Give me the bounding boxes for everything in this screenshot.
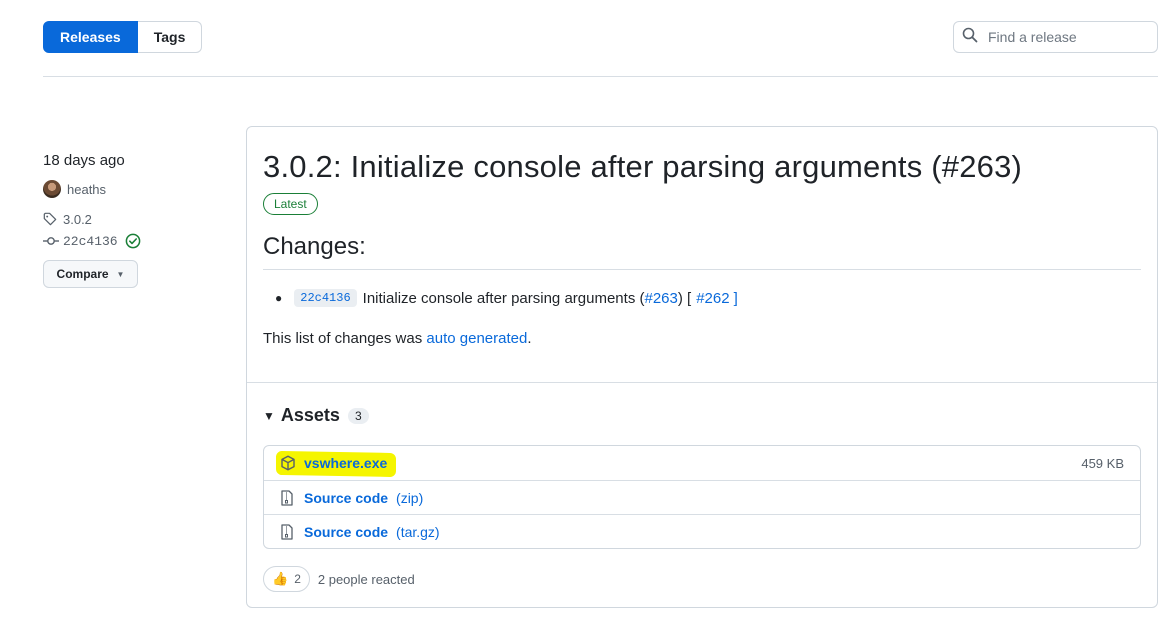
release-meta: 18 days ago heaths 3.0.2 22c4136 Compare…	[43, 152, 233, 288]
issue-link[interactable]: #262	[696, 290, 729, 307]
package-icon	[280, 455, 304, 471]
release-tag-toggle: Releases Tags	[43, 21, 203, 53]
changes-divider	[263, 269, 1141, 270]
assets-count: 3	[347, 407, 369, 424]
avatar[interactable]	[43, 180, 61, 198]
asset-size: 459 KB	[1081, 455, 1124, 471]
tags-tab[interactable]: Tags	[137, 21, 203, 53]
asset-link[interactable]: Source code	[304, 524, 388, 540]
verified-check-icon	[125, 233, 141, 249]
changes-heading: Changes:	[263, 233, 366, 260]
asset-row-zip[interactable]: Source code (zip)	[264, 480, 1140, 514]
release-card: 3.0.2: Initialize console after parsing …	[246, 126, 1158, 608]
asset-row-exe[interactable]: vswhere.exe 459 KB	[264, 446, 1140, 480]
assets-list: vswhere.exe 459 KB Source code (zip) Sou…	[263, 445, 1141, 549]
bullet: ●	[275, 291, 283, 305]
autogen-suffix: .	[527, 330, 532, 347]
commit-link[interactable]: 22c4136	[294, 289, 357, 307]
assets-heading: Assets	[280, 405, 340, 425]
search-input[interactable]	[986, 28, 1146, 46]
compare-label: Compare	[56, 267, 109, 281]
release-title[interactable]: 3.0.2: Initialize console after parsing …	[263, 149, 1022, 185]
thumbs-up-reaction[interactable]: 👍 2	[263, 566, 310, 592]
releases-tab[interactable]: Releases	[43, 21, 138, 53]
triangle-down-icon: ▼	[263, 408, 275, 423]
change-mid: ) [	[677, 289, 692, 307]
header-divider	[43, 76, 1158, 77]
commit-row[interactable]: 22c4136	[43, 230, 233, 252]
auto-generated-link[interactable]: auto generated	[426, 330, 527, 347]
thumbs-up-icon: 👍	[272, 571, 289, 586]
author-row[interactable]: heaths	[43, 178, 233, 200]
change-end: ]	[733, 289, 738, 307]
reaction-count: 2	[294, 572, 301, 586]
latest-badge: Latest	[263, 193, 318, 215]
asset-link[interactable]: Source code	[304, 490, 388, 506]
release-search[interactable]	[953, 21, 1158, 53]
assets-toggle[interactable]: ▼ Assets 3	[263, 405, 369, 426]
change-text: Initialize console after parsing argumen…	[362, 289, 645, 307]
assets-divider	[247, 382, 1157, 383]
chevron-down-icon: ▼	[116, 269, 125, 279]
author-name[interactable]: heaths	[67, 182, 106, 197]
pr-link[interactable]: #263	[644, 290, 677, 307]
asset-ext: (zip)	[396, 489, 424, 506]
reaction-summary: 2 people reacted	[317, 571, 415, 587]
tag-name[interactable]: 3.0.2	[63, 212, 92, 227]
asset-row-targz[interactable]: Source code (tar.gz)	[264, 514, 1140, 548]
file-zip-icon	[280, 523, 304, 540]
autogen-prefix: This list of changes was	[263, 330, 427, 347]
asset-link[interactable]: vswhere.exe	[304, 455, 387, 471]
release-date: 18 days ago	[43, 152, 125, 169]
tag-row[interactable]: 3.0.2	[43, 208, 233, 230]
compare-button[interactable]: Compare ▼	[43, 260, 138, 288]
autogen-note: This list of changes was auto generated.	[263, 330, 532, 347]
list-item: ● 22c4136 Initialize console after parsi…	[275, 289, 738, 307]
commit-icon	[43, 234, 63, 248]
asset-ext: (tar.gz)	[396, 523, 440, 540]
tag-icon	[43, 212, 63, 226]
commit-sha[interactable]: 22c4136	[63, 234, 118, 249]
reactions: 👍 2 2 people reacted	[263, 566, 415, 592]
file-zip-icon	[280, 489, 304, 506]
search-icon	[962, 27, 978, 48]
